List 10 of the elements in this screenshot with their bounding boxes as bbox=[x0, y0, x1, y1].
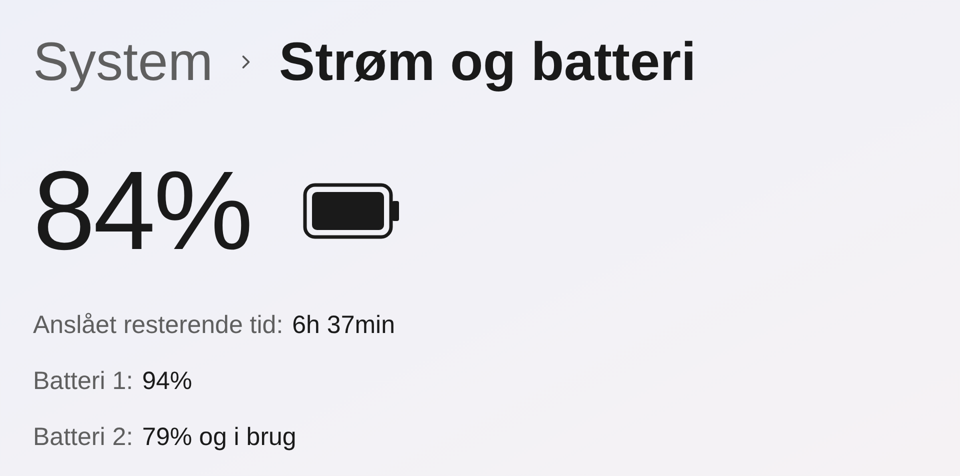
detail-value: 79% og i brug bbox=[142, 422, 296, 453]
battery-icon bbox=[303, 183, 402, 239]
breadcrumb-item[interactable]: System bbox=[33, 35, 214, 89]
detail-value: 6h 37min bbox=[292, 310, 396, 341]
detail-label: Anslået resterende tid: bbox=[33, 310, 284, 341]
detail-label: Batteri 1: bbox=[33, 366, 134, 397]
detail-label: Batteri 2: bbox=[33, 422, 134, 453]
battery-percentage: 84% bbox=[33, 155, 252, 267]
detail-value: 94% bbox=[142, 366, 192, 397]
breadcrumb-item: Strøm og batteri bbox=[279, 35, 696, 89]
